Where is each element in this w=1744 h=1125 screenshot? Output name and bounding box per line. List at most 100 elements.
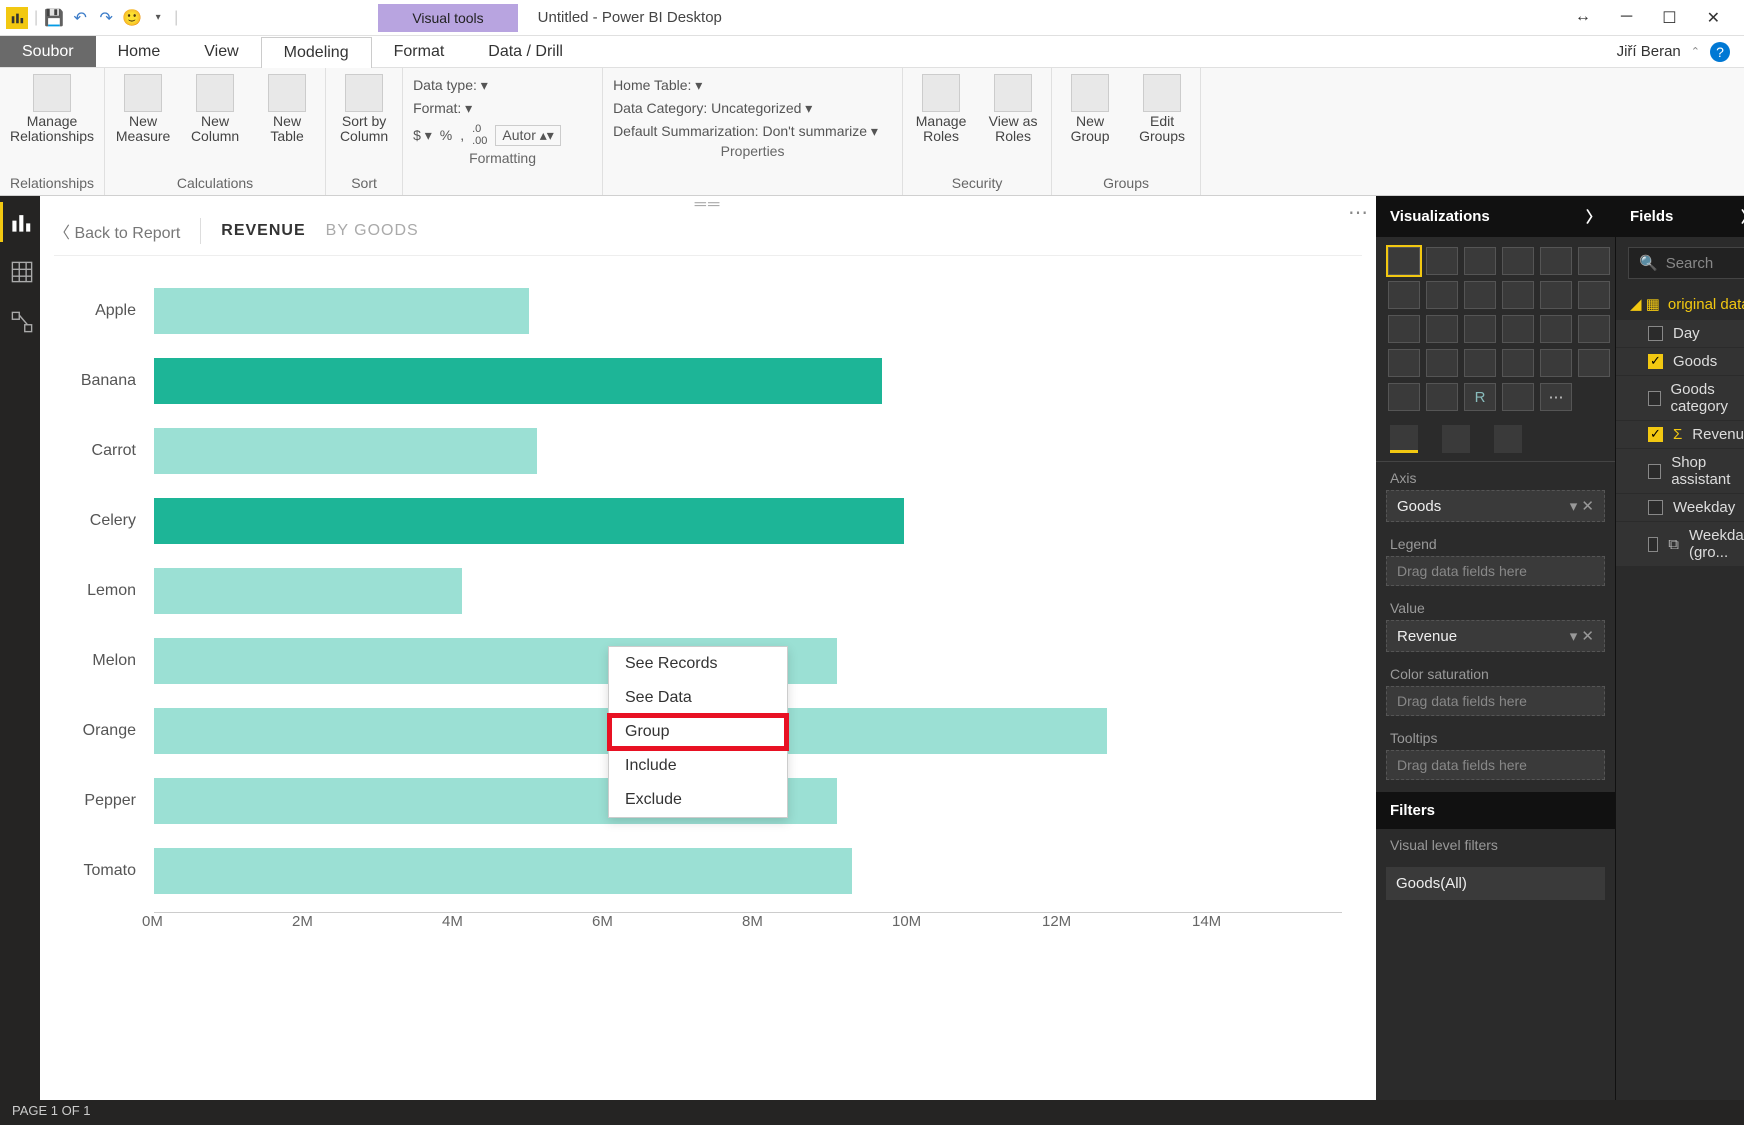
viz-more-icon[interactable]: ⋯: [1540, 383, 1572, 411]
bar-chart[interactable]: AppleBananaCarrotCeleryLemonMelonOrangeP…: [54, 256, 1362, 1016]
checkbox-icon[interactable]: [1648, 354, 1663, 369]
new-column-button[interactable]: New Column: [187, 74, 243, 145]
user-chevron-icon[interactable]: ⌃: [1691, 45, 1700, 58]
smiley-icon[interactable]: 🙂: [122, 8, 142, 28]
save-icon[interactable]: 💾: [44, 8, 64, 28]
menu-group[interactable]: Group: [609, 715, 787, 749]
manage-relationships-button[interactable]: Manage Relationships: [10, 74, 94, 145]
collapse-viz-icon[interactable]: 〉: [1586, 206, 1601, 227]
view-as-roles-button[interactable]: View as Roles: [985, 74, 1041, 145]
field-item[interactable]: ⧉Weekday (gro...: [1616, 522, 1744, 566]
field-item[interactable]: Day: [1616, 320, 1744, 347]
format-label[interactable]: Format:: [413, 100, 461, 116]
sort-by-column-button[interactable]: Sort by Column: [336, 74, 392, 145]
bar[interactable]: [154, 568, 462, 614]
report-view-icon[interactable]: [0, 202, 40, 242]
new-measure-button[interactable]: New Measure: [115, 74, 171, 145]
viz-type-icon[interactable]: [1426, 247, 1458, 275]
checkbox-icon[interactable]: [1648, 537, 1658, 552]
tab-home[interactable]: Home: [96, 36, 183, 67]
bar[interactable]: [154, 848, 852, 894]
field-item[interactable]: Shop assistant: [1616, 449, 1744, 493]
checkbox-icon[interactable]: [1648, 464, 1661, 479]
value-well[interactable]: Revenue▾ ✕: [1386, 620, 1605, 652]
viz-type-icon[interactable]: [1426, 383, 1458, 411]
autor-dropdown[interactable]: Autor ▴▾: [495, 125, 560, 146]
user-label[interactable]: Jiří Beran ⌃ ?: [1617, 36, 1744, 67]
legend-well[interactable]: Drag data fields here: [1386, 556, 1605, 586]
bar[interactable]: [154, 288, 529, 334]
bar[interactable]: [154, 428, 537, 474]
viz-type-icon[interactable]: [1426, 349, 1458, 377]
checkbox-icon[interactable]: [1648, 500, 1663, 515]
checkbox-icon[interactable]: [1648, 391, 1661, 406]
menu-see-data[interactable]: See Data: [609, 681, 787, 715]
viz-type-icon[interactable]: [1388, 349, 1420, 377]
menu-exclude[interactable]: Exclude: [609, 783, 787, 817]
undo-icon[interactable]: ↶: [70, 8, 90, 28]
manage-roles-button[interactable]: Manage Roles: [913, 74, 969, 145]
viz-type-icon[interactable]: [1388, 281, 1420, 309]
viz-type-icon[interactable]: [1502, 383, 1534, 411]
viz-type-icon[interactable]: [1502, 349, 1534, 377]
viz-type-icon[interactable]: [1464, 315, 1496, 343]
field-item[interactable]: ΣRevenue: [1616, 421, 1744, 448]
viz-type-icon[interactable]: [1540, 247, 1572, 275]
new-table-button[interactable]: New Table: [259, 74, 315, 145]
drag-handle-icon[interactable]: ══: [695, 196, 722, 214]
viz-type-icon[interactable]: [1540, 349, 1572, 377]
viz-type-icon[interactable]: [1464, 247, 1496, 275]
filters-header[interactable]: Filters: [1376, 792, 1615, 829]
menu-include[interactable]: Include: [609, 749, 787, 783]
field-item[interactable]: Weekday: [1616, 494, 1744, 521]
viz-type-icon[interactable]: [1578, 349, 1610, 377]
viz-type-icon[interactable]: [1388, 315, 1420, 343]
bar[interactable]: [154, 358, 882, 404]
fields-tab-icon[interactable]: [1390, 425, 1418, 453]
checkbox-icon[interactable]: [1648, 427, 1663, 442]
comma-icon[interactable]: ,: [460, 127, 464, 143]
axis-well[interactable]: Goods▾ ✕: [1386, 490, 1605, 522]
drill-level-2[interactable]: BY GOODS: [326, 222, 419, 240]
data-category-label[interactable]: Data Category: Uncategorized: [613, 100, 801, 116]
field-item[interactable]: Goods category: [1616, 376, 1744, 420]
viz-type-icon[interactable]: [1540, 281, 1572, 309]
tab-data-drill[interactable]: Data / Drill: [466, 36, 585, 67]
back-to-report-button[interactable]: 〈 Back to Report: [54, 219, 180, 243]
viz-type-icon[interactable]: [1502, 247, 1534, 275]
colorsat-well[interactable]: Drag data fields here: [1386, 686, 1605, 716]
visual-options-icon[interactable]: ⋯: [1348, 200, 1368, 225]
viz-type-icon[interactable]: [1426, 315, 1458, 343]
viz-stacked-bar-icon[interactable]: [1388, 247, 1420, 275]
field-item[interactable]: Goods: [1616, 348, 1744, 375]
viz-type-icon[interactable]: [1578, 247, 1610, 275]
tab-file[interactable]: Soubor: [0, 36, 96, 67]
viz-type-icon[interactable]: [1578, 281, 1610, 309]
minimize-button[interactable]: ─: [1621, 8, 1632, 28]
model-view-icon[interactable]: [0, 302, 40, 342]
filter-goods[interactable]: Goods(All): [1386, 867, 1605, 900]
tooltips-well[interactable]: Drag data fields here: [1386, 750, 1605, 780]
default-summarization-label[interactable]: Default Summarization: Don't summarize: [613, 123, 867, 139]
qat-dropdown-icon[interactable]: ▾: [148, 8, 168, 28]
drill-level-1[interactable]: REVENUE: [221, 222, 305, 240]
percent-icon[interactable]: %: [440, 127, 452, 143]
fields-search-input[interactable]: 🔍 Search: [1628, 247, 1744, 279]
field-table[interactable]: ◢ ▦ original data: [1616, 289, 1744, 319]
decimal-icon[interactable]: .0.00: [472, 123, 487, 147]
format-tab-icon[interactable]: [1442, 425, 1470, 453]
resize-handle-icon[interactable]: ↔: [1575, 8, 1591, 28]
tab-view[interactable]: View: [182, 36, 260, 67]
viz-type-icon[interactable]: [1502, 281, 1534, 309]
viz-type-icon[interactable]: [1464, 349, 1496, 377]
viz-type-icon[interactable]: [1464, 281, 1496, 309]
help-icon[interactable]: ?: [1710, 42, 1730, 62]
viz-r-icon[interactable]: R: [1464, 383, 1496, 411]
data-view-icon[interactable]: [0, 252, 40, 292]
viz-type-icon[interactable]: [1426, 281, 1458, 309]
report-canvas[interactable]: ══ ⋯ 〈 Back to Report REVENUE BY GOODS A…: [40, 196, 1376, 1100]
viz-type-icon[interactable]: [1578, 315, 1610, 343]
analytics-tab-icon[interactable]: [1494, 425, 1522, 453]
viz-type-icon[interactable]: [1388, 383, 1420, 411]
close-button[interactable]: ✕: [1707, 8, 1720, 28]
